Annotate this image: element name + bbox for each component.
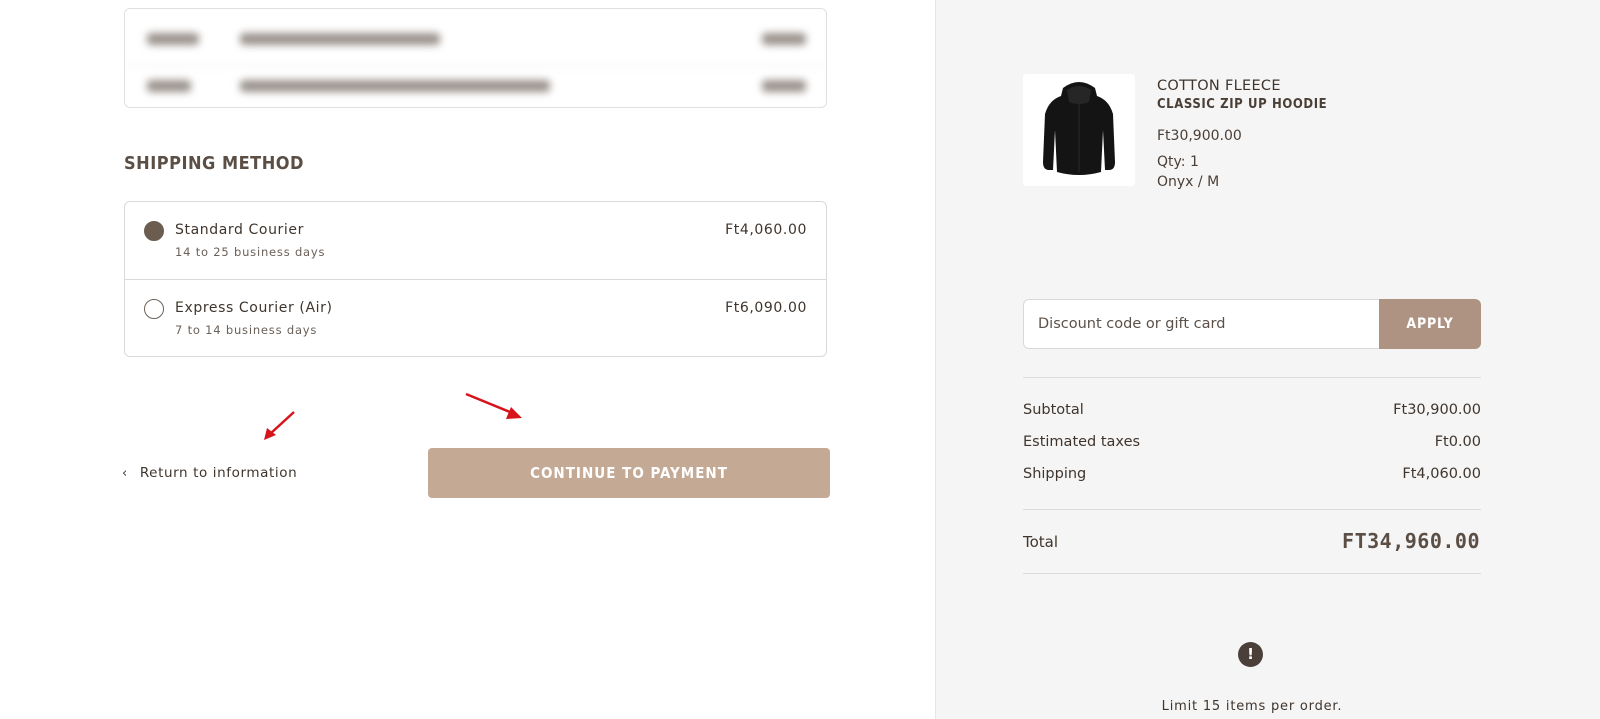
shipping-option-name: Express Courier (Air) <box>175 300 333 316</box>
taxes-label: Estimated taxes <box>1023 434 1141 450</box>
product-brand: COTTON FLEECE <box>1157 78 1281 94</box>
exclamation-icon: ! <box>1238 642 1263 667</box>
shipping-option-price: Ft4,060.00 <box>725 222 807 238</box>
shipping-option-description: 14 to 25 business days <box>175 245 326 259</box>
total-label: Total <box>1023 533 1059 551</box>
shipping-option-price: Ft6,090.00 <box>725 300 807 316</box>
shipping-method-list: Standard Courier 14 to 25 business days … <box>124 201 827 357</box>
shipping-value: Ft4,060.00 <box>1402 466 1481 482</box>
summary-divider <box>1023 509 1481 510</box>
contact-info-summary-blurred <box>124 8 827 108</box>
discount-form: APPLY <box>1023 299 1481 349</box>
shipping-option-standard[interactable]: Standard Courier 14 to 25 business days … <box>125 202 826 279</box>
taxes-value: Ft0.00 <box>1434 434 1481 450</box>
apply-discount-button[interactable]: APPLY <box>1379 299 1481 349</box>
summary-divider <box>1023 573 1481 574</box>
shipping-label: Shipping <box>1023 466 1087 482</box>
radio-button[interactable] <box>144 299 164 319</box>
shipping-option-name: Standard Courier <box>175 222 304 238</box>
ship-to-row-blurred <box>125 65 826 107</box>
product-variant: Onyx / M <box>1157 174 1220 190</box>
return-link-label: Return to information <box>139 465 298 481</box>
annotation-arrow-right-icon <box>465 392 522 419</box>
radio-button-selected[interactable] <box>144 221 164 241</box>
shipping-option-express[interactable]: Express Courier (Air) 7 to 14 business d… <box>125 279 826 356</box>
product-thumbnail <box>1023 74 1135 186</box>
chevron-left-icon: ‹ <box>122 465 128 481</box>
summary-divider <box>1023 377 1481 378</box>
hoodie-image-icon <box>1043 82 1115 175</box>
subtotal-label: Subtotal <box>1023 402 1084 418</box>
discount-code-input[interactable] <box>1023 299 1385 349</box>
product-name: CLASSIC ZIP UP HOODIE <box>1157 97 1328 112</box>
shipping-option-description: 7 to 14 business days <box>175 323 318 337</box>
return-to-information-link[interactable]: ‹ Return to information <box>122 465 297 481</box>
total-value: FT34,960.00 <box>1342 529 1480 553</box>
contact-row-blurred <box>125 19 826 65</box>
product-price: Ft30,900.00 <box>1157 128 1242 144</box>
shipping-method-heading: SHIPPING METHOD <box>124 153 304 174</box>
order-summary-sidebar: COTTON FLEECE CLASSIC ZIP UP HOODIE Ft30… <box>935 0 1600 719</box>
annotation-arrow-down-left-icon <box>264 411 295 440</box>
subtotal-value: Ft30,900.00 <box>1393 402 1481 418</box>
checkout-main: SHIPPING METHOD Standard Courier 14 to 2… <box>0 0 935 719</box>
product-quantity: Qty: 1 <box>1157 154 1199 170</box>
order-limit-notice: Limit 15 items per order. <box>1161 699 1343 714</box>
continue-to-payment-button[interactable]: CONTINUE TO PAYMENT <box>428 448 830 498</box>
